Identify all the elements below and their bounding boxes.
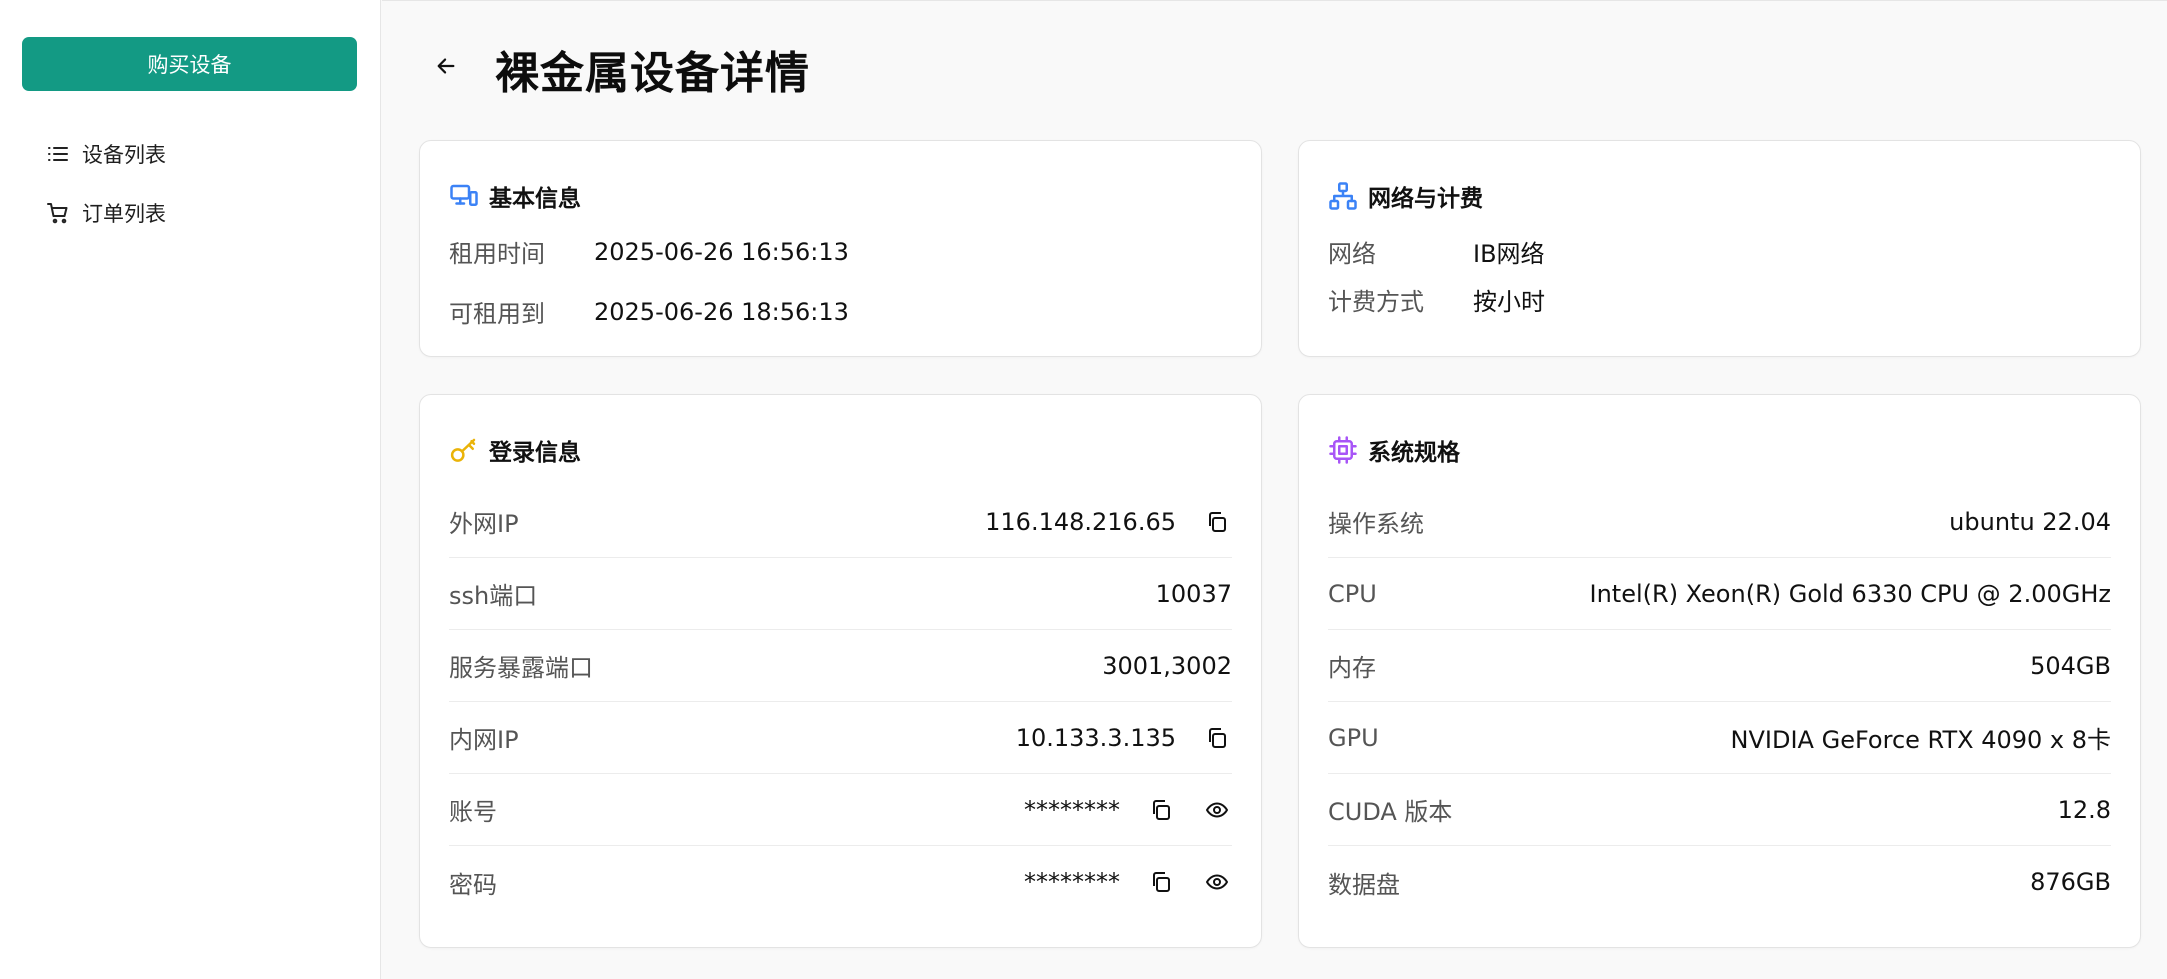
row-label: CUDA 版本 bbox=[1328, 798, 1453, 826]
row-value: 116.148.216.65 bbox=[985, 507, 1176, 536]
back-button[interactable] bbox=[429, 49, 463, 83]
row-value: 10.133.3.135 bbox=[1015, 723, 1176, 752]
list-icon bbox=[48, 147, 68, 161]
sidebar-item-order-list[interactable]: 订单列表 bbox=[46, 193, 166, 233]
info-value: 2025-06-26 16:56:13 bbox=[594, 237, 849, 266]
row-value: ubuntu 22.04 bbox=[1949, 507, 2111, 536]
info-label: 可租用到 bbox=[449, 300, 545, 328]
row-value: 12.8 bbox=[2057, 795, 2111, 824]
eye-icon bbox=[1206, 802, 1228, 817]
network-billing-card: 网络与计费 网络 IB网络 计费方式 按小时 bbox=[1298, 140, 2141, 357]
row-label: 账号 bbox=[449, 798, 497, 826]
card-title: 基本信息 bbox=[449, 179, 581, 213]
spec-row-os: 操作系统 ubuntu 22.04 bbox=[1328, 486, 2111, 558]
row-value: 10037 bbox=[1155, 579, 1232, 608]
row-label: GPU bbox=[1328, 723, 1379, 752]
row-value: ******** bbox=[1024, 868, 1120, 896]
arrow-left-icon bbox=[437, 58, 455, 74]
login-row-account: 账号 ******** bbox=[449, 774, 1232, 846]
copy-icon bbox=[1153, 799, 1170, 820]
copy-icon bbox=[1209, 727, 1226, 748]
copy-account-button[interactable] bbox=[1146, 795, 1176, 825]
show-password-button[interactable] bbox=[1202, 867, 1232, 897]
basic-info-card: 基本信息 租用时间 2025-06-26 16:56:13 可租用到 2025-… bbox=[419, 140, 1262, 357]
spec-row-cuda: CUDA 版本 12.8 bbox=[1328, 774, 2111, 846]
row-label: 操作系统 bbox=[1328, 510, 1424, 538]
show-account-button[interactable] bbox=[1202, 795, 1232, 825]
row-value: 504GB bbox=[2030, 651, 2111, 680]
page-title: 裸金属设备详情 bbox=[495, 48, 810, 99]
system-spec-card: 系统规格 操作系统 ubuntu 22.04 CPU Intel(R) Xeon… bbox=[1298, 394, 2141, 948]
spec-row-cpu: CPU Intel(R) Xeon(R) Gold 6330 CPU @ 2.0… bbox=[1328, 558, 2111, 630]
info-row: 计费方式 按小时 bbox=[1328, 282, 1545, 317]
sidebar: 购买设备 设备列表 订单列表 bbox=[0, 0, 381, 979]
sidebar-item-device-list[interactable]: 设备列表 bbox=[46, 134, 166, 174]
sidebar-item-label: 设备列表 bbox=[82, 143, 166, 167]
row-label: CPU bbox=[1328, 579, 1377, 608]
row-label: 内存 bbox=[1328, 654, 1376, 682]
spec-row-data-disk: 数据盘 876GB bbox=[1328, 846, 2111, 918]
row-label: 密码 bbox=[449, 870, 497, 899]
row-value: NVIDIA GeForce RTX 4090 x 8卡 bbox=[1730, 726, 2111, 754]
info-label: 网络 bbox=[1328, 240, 1376, 268]
row-label: 服务暴露端口 bbox=[449, 654, 593, 682]
info-value: 按小时 bbox=[1473, 288, 1545, 316]
card-title-text: 基本信息 bbox=[489, 186, 581, 212]
row-label: ssh端口 bbox=[449, 582, 538, 610]
sidebar-item-label: 订单列表 bbox=[82, 202, 166, 226]
row-label: 外网IP bbox=[449, 510, 519, 538]
login-row-private-ip: 内网IP 10.133.3.135 bbox=[449, 702, 1232, 774]
info-label: 租用时间 bbox=[449, 240, 545, 268]
card-title: 网络与计费 bbox=[1328, 179, 1483, 213]
login-row-exposed-ports: 服务暴露端口 3001,3002 bbox=[449, 630, 1232, 702]
cart-icon bbox=[47, 203, 68, 224]
info-value: 2025-06-26 18:56:13 bbox=[594, 297, 849, 326]
info-value: IB网络 bbox=[1473, 240, 1545, 268]
login-row-public-ip: 外网IP 116.148.216.65 bbox=[449, 486, 1232, 558]
copy-password-button[interactable] bbox=[1146, 867, 1176, 897]
card-title-text: 登录信息 bbox=[489, 440, 581, 466]
network-icon bbox=[1329, 182, 1357, 210]
info-label: 计费方式 bbox=[1328, 288, 1424, 316]
row-label: 内网IP bbox=[449, 726, 519, 754]
card-title-text: 系统规格 bbox=[1368, 440, 1460, 466]
copy-public-ip-button[interactable] bbox=[1202, 507, 1232, 537]
info-row: 租用时间 2025-06-26 16:56:13 bbox=[449, 234, 849, 269]
info-row: 网络 IB网络 bbox=[1328, 234, 1545, 269]
card-title: 登录信息 bbox=[449, 433, 581, 467]
card-title-text: 网络与计费 bbox=[1368, 186, 1483, 212]
cpu-chip-icon bbox=[1329, 436, 1357, 464]
login-info-card: 登录信息 外网IP 116.148.216.65 ssh端口 10037 服务暴… bbox=[419, 394, 1262, 948]
copy-icon bbox=[1209, 511, 1226, 532]
login-row-ssh-port: ssh端口 10037 bbox=[449, 558, 1232, 630]
row-value: Intel(R) Xeon(R) Gold 6330 CPU @ 2.00GHz bbox=[1589, 579, 2111, 608]
main-content: 裸金属设备详情 基本信息 租用时间 2025-06-26 16:56:13 可租… bbox=[382, 0, 2167, 979]
row-value: 876GB bbox=[2030, 868, 2111, 896]
card-title: 系统规格 bbox=[1328, 433, 1460, 467]
row-value: ******** bbox=[1024, 795, 1120, 824]
monitor-devices-icon bbox=[450, 184, 478, 206]
eye-icon bbox=[1206, 874, 1228, 890]
spec-row-gpu: GPU NVIDIA GeForce RTX 4090 x 8卡 bbox=[1328, 702, 2111, 774]
copy-private-ip-button[interactable] bbox=[1202, 723, 1232, 753]
info-row: 可租用到 2025-06-26 18:56:13 bbox=[449, 294, 849, 329]
row-label: 数据盘 bbox=[1328, 870, 1400, 899]
buy-device-button[interactable]: 购买设备 bbox=[22, 37, 357, 91]
row-value: 3001,3002 bbox=[1102, 651, 1232, 680]
login-row-password: 密码 ******** bbox=[449, 846, 1232, 918]
copy-icon bbox=[1153, 872, 1170, 892]
spec-row-memory: 内存 504GB bbox=[1328, 630, 2111, 702]
key-icon bbox=[450, 438, 476, 462]
